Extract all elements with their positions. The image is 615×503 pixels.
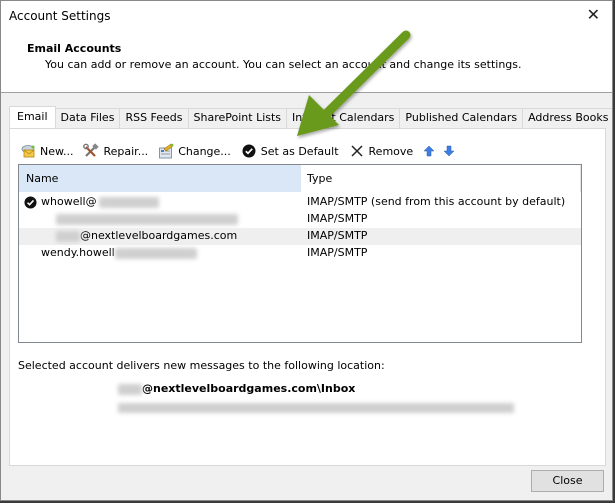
account-type: IMAP/SMTP <box>307 212 368 225</box>
header-description: You can add or remove an account. You ca… <box>45 58 522 71</box>
arrow-down-icon[interactable] <box>443 145 455 157</box>
account-name: @nextlevelboardgames.com <box>41 229 237 242</box>
remove-button-label: Remove <box>368 144 414 158</box>
default-account-check-icon <box>24 196 37 212</box>
close-icon[interactable]: ✕ <box>587 6 600 24</box>
account-type: IMAP/SMTP <box>307 246 368 259</box>
account-row[interactable]: IMAP/SMTP <box>19 211 581 228</box>
checkmark-circle-icon <box>241 143 257 159</box>
column-header-type[interactable]: Type <box>303 165 581 192</box>
account-row[interactable]: @nextlevelboardgames.com IMAP/SMTP <box>19 228 581 245</box>
redacted-text <box>98 196 159 208</box>
repair-button[interactable]: Repair... <box>83 143 148 159</box>
set-as-default-button[interactable]: Set as Default <box>241 143 339 159</box>
set-as-default-label: Set as Default <box>260 144 339 158</box>
dialog-header: Email Accounts You can add or remove an … <box>1 31 612 93</box>
arrow-up-icon[interactable] <box>423 145 435 157</box>
remove-button[interactable]: Remove <box>349 143 414 159</box>
toolbar: New... Repair... Change... Set as Defaul… <box>20 141 463 161</box>
account-name <box>41 212 238 225</box>
redacted-text <box>56 213 238 225</box>
email-tab-panel: New... Repair... Change... Set as Defaul… <box>9 128 606 466</box>
close-button[interactable]: Close <box>531 470 604 492</box>
column-header-name[interactable]: Name <box>19 165 301 192</box>
account-name: whowell@ <box>41 195 159 208</box>
delivery-location-path: @nextlevelboardgames.com\Inbox <box>118 382 355 395</box>
redacted-text <box>118 383 142 395</box>
tab-data-files[interactable]: Data Files <box>55 108 121 128</box>
remove-x-icon <box>349 143 365 159</box>
account-row[interactable]: wendy.howell IMAP/SMTP <box>19 245 581 262</box>
new-button-label: New... <box>40 144 74 158</box>
repair-tools-icon <box>83 143 100 159</box>
change-button-label: Change... <box>178 144 231 158</box>
tab-email[interactable]: Email <box>9 106 56 128</box>
tab-sharepoint-lists[interactable]: SharePoint Lists <box>188 108 288 128</box>
title-bar: Account Settings ✕ <box>1 1 612 31</box>
header-title: Email Accounts <box>27 42 122 55</box>
account-settings-dialog: Account Settings ✕ Email Accounts You ca… <box>0 0 613 501</box>
redacted-text <box>118 403 514 413</box>
redacted-text <box>114 247 197 259</box>
repair-button-label: Repair... <box>103 144 149 158</box>
tab-rss-feeds[interactable]: RSS Feeds <box>120 108 189 128</box>
new-button[interactable]: New... <box>20 143 73 159</box>
change-account-icon <box>158 143 174 159</box>
tab-address-books[interactable]: Address Books <box>523 108 612 128</box>
account-type: IMAP/SMTP (send from this account by def… <box>307 195 566 208</box>
redacted-text <box>56 230 80 242</box>
tab-published-calendars[interactable]: Published Calendars <box>400 108 524 128</box>
window-title: Account Settings <box>9 9 111 23</box>
account-type: IMAP/SMTP <box>307 229 368 242</box>
tab-internet-calendars[interactable]: Internet Calendars <box>287 108 401 128</box>
account-rows: whowell@ IMAP/SMTP (send from this accou… <box>19 194 581 262</box>
account-row[interactable]: whowell@ IMAP/SMTP (send from this accou… <box>19 194 581 211</box>
tab-bar: Email Data Files RSS Feeds SharePoint Li… <box>9 106 612 128</box>
accounts-list[interactable]: Name Type whowell@ IMAP/SMTP (send from … <box>18 164 582 343</box>
delivery-location-detail <box>118 401 514 414</box>
delivery-location-label: Selected account delivers new messages t… <box>18 359 385 372</box>
account-name: wendy.howell <box>41 246 197 259</box>
new-account-icon <box>20 143 36 159</box>
change-button[interactable]: Change... <box>158 143 231 159</box>
list-header: Name Type <box>19 165 581 192</box>
